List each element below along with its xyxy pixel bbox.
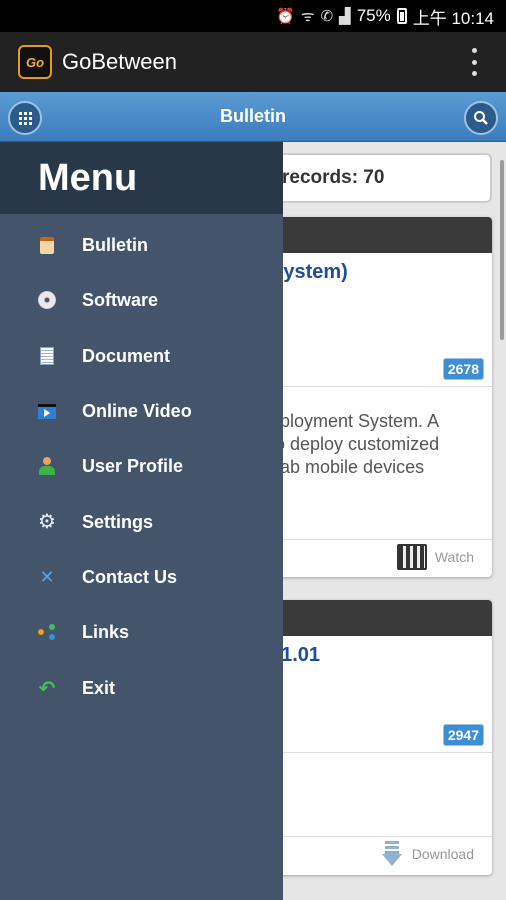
card-header	[270, 600, 492, 636]
view-count-badge: 2678	[442, 358, 484, 380]
signal-icon: ▟	[339, 8, 351, 25]
menu-item-settings[interactable]: ⚙ Settings	[0, 500, 283, 544]
battery-percent: 75%	[356, 6, 391, 25]
navigation-drawer: Menu Bulletin Software Document Online V…	[0, 142, 283, 900]
records-text: records: 70	[282, 167, 385, 188]
wifi-icon: ᯤ	[300, 8, 315, 25]
menu-item-user-profile[interactable]: User Profile	[0, 444, 283, 488]
card-description: eployment System. A to deploy customized…	[270, 410, 480, 479]
overflow-menu-icon[interactable]	[472, 48, 478, 76]
menu-item-label: Online Video	[82, 400, 192, 421]
grid-icon	[18, 111, 32, 125]
call-icon: ✆	[320, 8, 334, 25]
divider	[270, 752, 492, 753]
user-icon	[37, 456, 57, 476]
clipboard-icon	[37, 235, 57, 255]
desc-line: eployment System. A	[270, 411, 440, 431]
document-icon	[37, 346, 57, 366]
menu-item-exit[interactable]: ↶ Exit	[0, 666, 283, 710]
menu-item-label: Document	[82, 345, 171, 366]
cd-icon	[37, 290, 57, 310]
exit-icon: ↶	[38, 677, 56, 700]
desc-line: to deploy customized	[270, 434, 440, 454]
search-icon	[474, 111, 488, 125]
clapperboard-icon	[396, 544, 427, 570]
menu-item-label: Links	[82, 621, 130, 642]
menu-item-links[interactable]: Links	[0, 610, 283, 654]
gear-icon: ⚙	[38, 511, 56, 533]
search-button[interactable]	[464, 101, 498, 135]
divider	[270, 539, 492, 540]
menu-item-label: User Profile	[82, 455, 184, 476]
menu-item-document[interactable]: Document	[0, 334, 283, 378]
battery-icon	[396, 8, 407, 24]
download-icon	[380, 841, 404, 867]
menu-grid-button[interactable]	[8, 101, 42, 135]
divider	[270, 836, 492, 837]
menu-item-bulletin[interactable]: Bulletin	[0, 223, 283, 267]
watch-button[interactable]: Watch	[396, 544, 474, 570]
menu-item-contact-us[interactable]: ✕ Contact Us	[0, 555, 283, 599]
scrollbar[interactable]	[500, 160, 504, 340]
menu-item-label: Bulletin	[82, 234, 148, 255]
download-count-badge: 2947	[442, 724, 484, 746]
watch-label: Watch	[434, 549, 474, 565]
card-title: System)	[270, 261, 348, 283]
menu-item-label: Software	[82, 289, 159, 310]
menu-item-label: Contact Us	[82, 566, 178, 587]
bulletin-card[interactable]: System) 2678 eployment System. A to depl…	[270, 217, 492, 577]
menu-item-label: Settings	[82, 511, 154, 532]
share-icon	[37, 622, 57, 642]
status-bar: ⏰ ᯤ ✆ ▟ 75% 上午 10:14	[0, 0, 506, 32]
menu-item-online-video[interactable]: Online Video	[0, 389, 283, 433]
menu-item-label: Exit	[82, 677, 116, 698]
status-time: 上午 10:14	[412, 8, 494, 28]
records-count: records: 70	[270, 153, 492, 203]
card-header	[270, 217, 492, 253]
card-title: v1.01	[270, 644, 321, 666]
bulletin-card[interactable]: v1.01 2947 Download	[270, 600, 492, 875]
page-header: Bulletin	[0, 92, 506, 142]
app-logo: Go	[18, 45, 52, 79]
page-title: Bulletin	[220, 106, 286, 126]
mail-icon: ✕	[39, 566, 55, 587]
download-label: Download	[411, 846, 474, 862]
drawer-title: Menu	[38, 156, 138, 199]
drawer-header: Menu	[0, 142, 283, 214]
video-icon	[37, 401, 57, 421]
download-button[interactable]: Download	[380, 841, 474, 867]
app-title: GoBetween	[62, 49, 177, 74]
desc-line: Lab mobile devices	[270, 457, 425, 477]
menu-item-software[interactable]: Software	[0, 278, 283, 322]
divider	[270, 386, 492, 387]
alarm-icon: ⏰	[276, 8, 295, 25]
app-bar: Go GoBetween	[0, 32, 506, 92]
